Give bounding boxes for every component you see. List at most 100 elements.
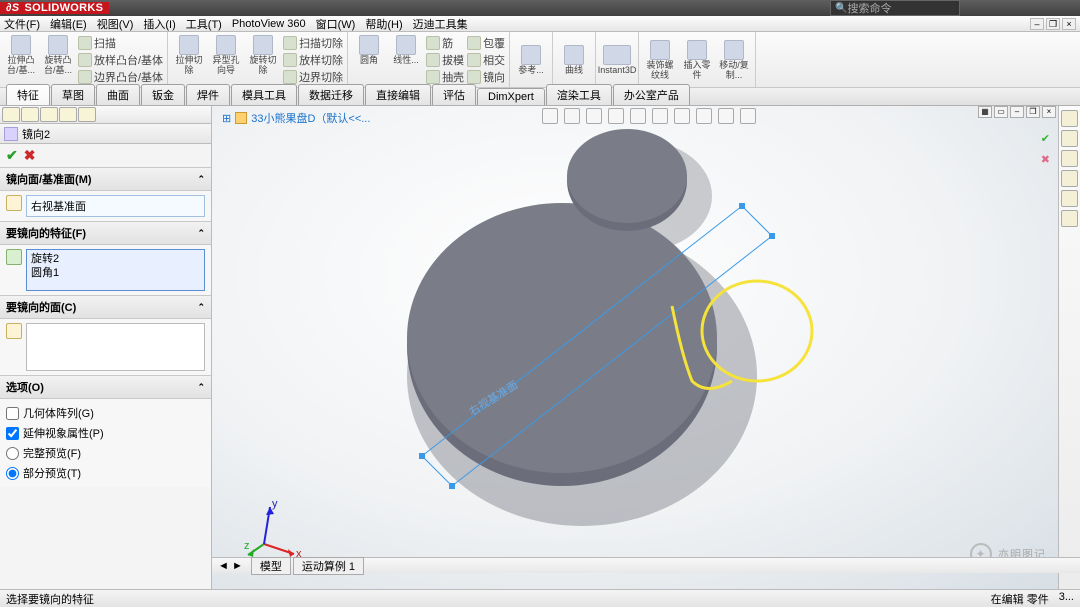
property-manager-pane: 镜向2 ✔ ✖ 镜向面/基准面(M)⌃ 右视基准面 要镜向的特征(F)⌃ 旋转2 [0, 106, 212, 589]
draft-button[interactable]: 拔模 [426, 52, 464, 68]
svg-text:y: y [272, 499, 278, 510]
task-pane [1058, 106, 1080, 589]
reference-geom-button[interactable]: 参考... [514, 45, 548, 75]
doc-restore-icon[interactable]: ❐ [1046, 18, 1060, 30]
hole-wizard-button[interactable]: 异型孔向导 [209, 35, 243, 85]
mirror-button[interactable]: 镜向 [467, 69, 505, 85]
geom-pattern-checkbox[interactable]: 几何体阵列(G) [6, 403, 205, 423]
linear-pattern-button[interactable]: 线性... [389, 35, 423, 85]
confirm-feature-icon[interactable]: ✔ [1041, 132, 1050, 145]
tab-evaluate[interactable]: 评估 [432, 84, 476, 105]
status-bar: 选择要镜向的特征 在编辑 零件 3... [0, 589, 1080, 607]
file-explorer-icon[interactable] [1061, 150, 1078, 167]
faces-to-mirror-list[interactable] [26, 323, 205, 371]
custom-props-icon[interactable] [1061, 210, 1078, 227]
boundary-cut-button[interactable]: 边界切除 [283, 69, 343, 85]
display-manager-tab-icon[interactable] [78, 107, 96, 122]
status-prompt: 选择要镜向的特征 [6, 591, 94, 607]
tab-model[interactable]: 模型 [251, 557, 291, 575]
loft-cut-button[interactable]: 放样切除 [283, 52, 343, 68]
sweep-cut-button[interactable]: 扫描切除 [283, 35, 343, 51]
move-copy-button[interactable]: 移动/复制... [717, 40, 751, 80]
pm-title: 镜向2 [22, 126, 50, 142]
instant3d-button[interactable]: Instant3D [600, 45, 634, 75]
menu-file[interactable]: 文件(F) [4, 16, 40, 32]
tab-surfaces[interactable]: 曲面 [96, 84, 140, 105]
tab-dimxpert[interactable]: DimXpert [477, 88, 545, 105]
sw-resources-icon[interactable] [1061, 110, 1078, 127]
tab-sketch[interactable]: 草图 [51, 84, 95, 105]
menu-edit[interactable]: 编辑(E) [50, 16, 87, 32]
tab-office[interactable]: 办公室产品 [613, 84, 690, 105]
graphics-viewport[interactable]: ⊞ 33小熊果盘D（默认<<... ▦ ▭ – ❐ × [212, 106, 1080, 589]
menu-window[interactable]: 窗口(W) [316, 16, 356, 32]
motion-tab-bar: ◄ ► 模型 运动算例 1 [212, 557, 1080, 573]
ribbon: 拉伸凸台/基... 旋转凸台/基... 扫描 放样凸台/基体 边界凸台/基体 拉… [0, 32, 1080, 88]
tab-weldments[interactable]: 焊件 [186, 84, 230, 105]
menu-maidi[interactable]: 迈迪工具集 [413, 16, 468, 32]
tab-datamigration[interactable]: 数据迁移 [298, 84, 364, 105]
tab-directedit[interactable]: 直接编辑 [365, 84, 431, 105]
view-palette-icon[interactable] [1061, 170, 1078, 187]
extrude-cut-button[interactable]: 拉伸切除 [172, 35, 206, 85]
tab-motion-study[interactable]: 运动算例 1 [293, 557, 364, 575]
rib-button[interactable]: 筋 [426, 35, 464, 51]
config-manager-tab-icon[interactable] [40, 107, 58, 122]
manager-tab-row [0, 106, 211, 124]
view-triad[interactable]: x z y [244, 499, 304, 559]
feature-manager-tab-icon[interactable] [2, 107, 20, 122]
plane-select-icon [6, 195, 22, 211]
pm-section-features-to-mirror[interactable]: 要镜向的特征(F)⌃ [0, 222, 211, 245]
svg-text:z: z [244, 540, 250, 552]
pm-cancel-button[interactable]: ✖ [24, 147, 36, 164]
full-preview-radio[interactable]: 完整预览(F) [6, 443, 205, 463]
search-command-input[interactable]: 🔍 搜索命令 [830, 0, 960, 16]
pm-section-mirror-plane[interactable]: 镜向面/基准面(M)⌃ [0, 168, 211, 191]
appearances-icon[interactable] [1061, 190, 1078, 207]
pm-ok-button[interactable]: ✔ [6, 147, 18, 164]
cosmetic-thread-button[interactable]: 装饰螺纹线 [643, 40, 677, 80]
tab-features[interactable]: 特征 [6, 84, 50, 105]
pm-title-row: 镜向2 [0, 124, 211, 144]
wrap-button[interactable]: 包覆 [467, 35, 505, 51]
boundary-button[interactable]: 边界凸台/基体 [78, 69, 163, 85]
doc-min-icon[interactable]: – [1030, 18, 1044, 30]
loft-button[interactable]: 放样凸台/基体 [78, 52, 163, 68]
status-edit-mode: 在编辑 零件 [991, 591, 1049, 607]
menu-tools[interactable]: 工具(T) [186, 16, 222, 32]
face-select-icon [6, 323, 22, 339]
revolve-boss-button[interactable]: 旋转凸台/基... [41, 35, 75, 85]
extend-visual-checkbox[interactable]: 延伸视象属性(P) [6, 423, 205, 443]
shell-button[interactable]: 抽壳 [426, 69, 464, 85]
fillet-button[interactable]: 圆角 [352, 35, 386, 85]
menu-help[interactable]: 帮助(H) [365, 16, 402, 32]
partial-preview-radio[interactable]: 部分预览(T) [6, 463, 205, 483]
menu-insert[interactable]: 插入(I) [143, 16, 175, 32]
extrude-boss-button[interactable]: 拉伸凸台/基... [4, 35, 38, 85]
mirror-plane-field[interactable]: 右视基准面 [26, 195, 205, 217]
cancel-feature-icon[interactable]: ✖ [1041, 153, 1050, 166]
dimxpert-manager-tab-icon[interactable] [59, 107, 77, 122]
pm-section-options[interactable]: 选项(O)⌃ [0, 376, 211, 399]
features-to-mirror-list[interactable]: 旋转2 圆角1 [26, 249, 205, 291]
tab-render[interactable]: 渲染工具 [546, 84, 612, 105]
doc-close-icon[interactable]: × [1062, 18, 1076, 30]
revolve-cut-button[interactable]: 旋转切除 [246, 35, 280, 85]
property-manager-tab-icon[interactable] [21, 107, 39, 122]
insert-part-button[interactable]: 插入零件 [680, 40, 714, 80]
list-item[interactable]: 圆角1 [31, 266, 200, 280]
tab-moldtools[interactable]: 模具工具 [231, 84, 297, 105]
app-logo: ∂S SOLIDWORKS [0, 2, 109, 14]
menu-view[interactable]: 视图(V) [97, 16, 134, 32]
pm-section-faces-to-mirror[interactable]: 要镜向的面(C)⌃ [0, 296, 211, 319]
menu-bar: 文件(F) 编辑(E) 视图(V) 插入(I) 工具(T) PhotoView … [0, 16, 1080, 32]
intersect-button[interactable]: 相交 [467, 52, 505, 68]
status-misc: 3... [1059, 591, 1074, 607]
menu-photoview[interactable]: PhotoView 360 [232, 18, 306, 30]
list-item[interactable]: 旋转2 [31, 252, 200, 266]
design-library-icon[interactable] [1061, 130, 1078, 147]
sweep-button[interactable]: 扫描 [78, 35, 163, 51]
tab-sheetmetal[interactable]: 钣金 [141, 84, 185, 105]
mirror-feature-icon [4, 127, 18, 141]
curves-button[interactable]: 曲线 [557, 45, 591, 75]
